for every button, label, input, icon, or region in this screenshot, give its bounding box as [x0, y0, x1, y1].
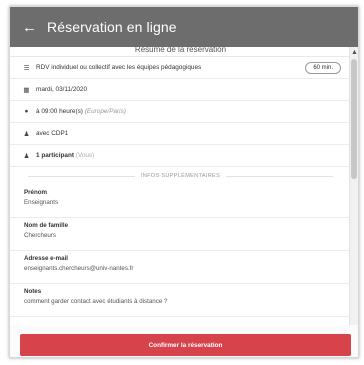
confirm-button[interactable]: Confirmer la réservation	[20, 334, 351, 356]
scrollbar-thumb[interactable]	[351, 59, 357, 179]
field-label: Nom de famille	[24, 222, 69, 229]
list-icon: ☰	[23, 64, 30, 72]
staff-name: avec CDP1	[36, 130, 69, 137]
clock-icon: ●	[24, 108, 29, 115]
page-title: Réservation en ligne	[47, 19, 177, 35]
users-icon: ♟	[23, 152, 30, 160]
duration-badge: 60 min.	[305, 61, 341, 74]
divider	[226, 175, 333, 177]
footer-bar: Confirmer la réservation	[10, 325, 358, 357]
appointment-date: mardi, 03/11/2020	[36, 86, 88, 93]
screenshot-frame: ← Réservation en ligne Résumé de la rése…	[0, 0, 364, 365]
timezone-label: (Europe/Paris)	[84, 108, 126, 115]
field-value: Enseignants	[24, 199, 59, 206]
time-row: ● à 09:00 heure(s) (Europe/Paris)	[10, 101, 351, 123]
divider	[28, 175, 135, 177]
notes-field: Notes comment garder contact avec étudia…	[10, 284, 351, 317]
participant-count: 1 participant	[36, 152, 74, 159]
calendar-icon: ▦	[23, 86, 30, 94]
vertical-scrollbar[interactable]: ▲	[349, 47, 358, 325]
date-row: ▦ mardi, 03/11/2020	[10, 79, 351, 101]
booking-dialog: ← Réservation en ligne Résumé de la rése…	[9, 6, 359, 358]
extra-info-heading: INFOS SUPPLÉMENTAIRES	[10, 167, 351, 185]
last-name-field: Nom de famille Chercheurs	[10, 218, 351, 251]
extra-info-label: INFOS SUPPLÉMENTAIRES	[140, 173, 221, 179]
staff-row: ♟ avec CDP1	[10, 123, 351, 145]
field-value: comment garder contact avec étudiants à …	[24, 298, 168, 305]
participant-note: (Vous)	[75, 152, 95, 159]
summary-panel: Résumé de la réservation ☰ RDV individue…	[10, 47, 351, 325]
back-arrow-icon[interactable]: ←	[22, 20, 37, 35]
email-field: Adresse e-mail enseignants.chercheurs@un…	[10, 251, 351, 284]
participants-row: ♟ 1 participant (Vous)	[10, 145, 351, 167]
user-icon: ♟	[23, 130, 30, 138]
appointment-row: ☰ RDV individuel ou collectif avec les é…	[10, 57, 351, 79]
field-value: Chercheurs	[24, 232, 56, 239]
appointment-time: à 09:00 heure(s)	[36, 108, 83, 115]
scroll-up-icon[interactable]: ▲	[351, 49, 358, 56]
field-label: Prénom	[24, 189, 48, 196]
field-value: enseignants.chercheurs@univ-nantes.fr	[24, 265, 134, 272]
appointment-type: RDV individuel ou collectif avec les équ…	[36, 64, 202, 71]
first-name-field: Prénom Enseignants	[10, 185, 351, 218]
summary-title: Résumé de la réservation	[10, 47, 351, 57]
field-label: Adresse e-mail	[24, 255, 69, 262]
app-header: ← Réservation en ligne	[10, 7, 358, 47]
field-label: Notes	[24, 288, 42, 295]
